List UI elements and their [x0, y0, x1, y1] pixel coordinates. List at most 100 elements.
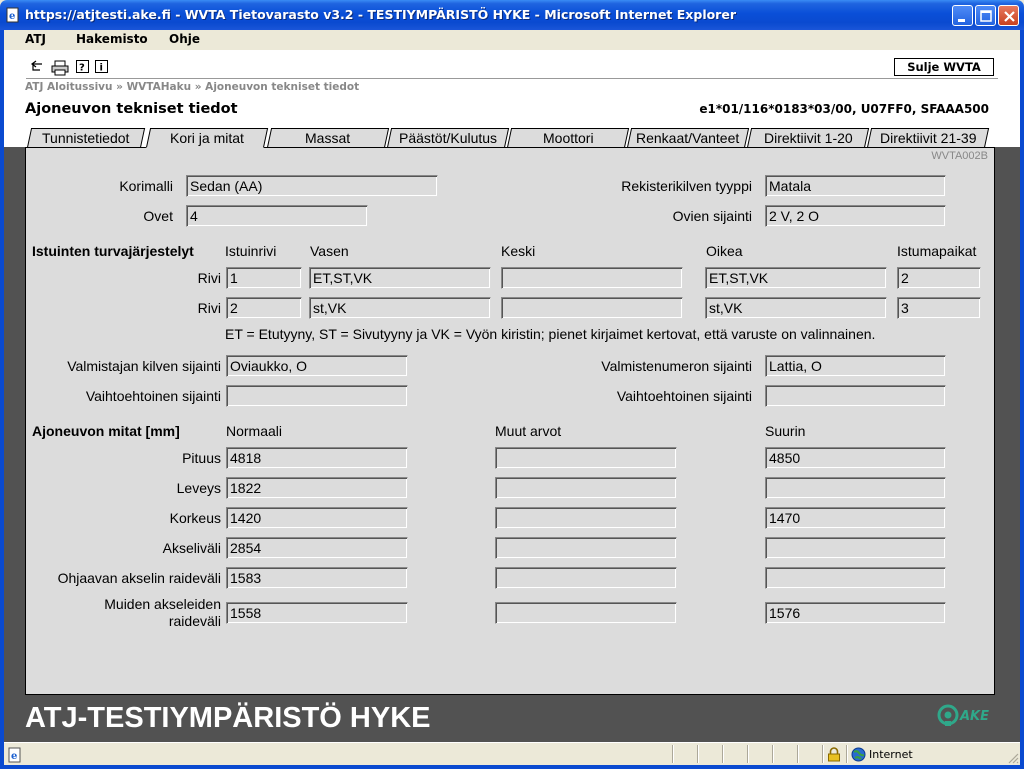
korimalli-field: Sedan (AA) [186, 175, 438, 197]
tab-panel: WVTA002B Korimalli Sedan (AA) Ovet 4 Rek… [25, 147, 995, 695]
valmistenumero-field: Lattia, O [765, 355, 946, 377]
seat-row-2-vasen: st,VK [309, 297, 491, 319]
vaihtoehtoinen-sijainti-label-1: Vaihtoehtoinen sijainti [85, 388, 221, 404]
seat-row-2-rivi: 2 [226, 297, 302, 319]
ohjaavan-raidevali-other [495, 567, 677, 589]
pituus-label: Pituus [182, 450, 221, 466]
svg-text:e: e [9, 11, 15, 22]
tab-paastot-kulutus[interactable]: Päästöt/Kulutus [386, 128, 510, 148]
seat-row-1-vasen: ET,ST,VK [309, 267, 491, 289]
ovet-field: 4 [186, 205, 368, 227]
tab-tunnistetiedot[interactable]: Tunnistetiedot [26, 128, 146, 148]
svg-text:i: i [100, 63, 103, 74]
col-istuinrivi: Istuinrivi [225, 243, 277, 259]
tab-massat[interactable]: Massat [266, 128, 390, 148]
valmistajan-kilpi-field: Oviaukko, O [226, 355, 408, 377]
valmistenumero-label: Valmistenumeron sijainti [601, 358, 752, 374]
tab-moottori[interactable]: Moottori [506, 128, 630, 148]
window-frame-right [1020, 30, 1024, 769]
leveys-label: Leveys [176, 480, 221, 496]
pituus-other [495, 447, 677, 469]
ie-page-icon: e [6, 7, 19, 23]
seat-row-2-keski [501, 297, 683, 319]
resize-grip-icon[interactable] [1007, 752, 1019, 764]
ake-logo-text: AKE [959, 709, 989, 724]
window-frame-bottom [0, 765, 1024, 769]
muiden-raidevali-normal: 1558 [226, 602, 408, 624]
page-header: ? i Sulje WVTA ATJ Aloitussivu » WVTAHak… [4, 50, 1020, 122]
help-icon[interactable]: ? [76, 60, 89, 73]
seats-heading: Istuinten turvajärjestelyt [32, 243, 194, 259]
korkeus-normal: 1420 [226, 507, 408, 529]
ohjaavan-raidevali-label: Ohjaavan akselin raideväli [57, 570, 221, 586]
rekisterikilpi-label: Rekisterikilven tyyppi [621, 178, 752, 194]
ohjaavan-raidevali-max [765, 567, 946, 589]
tab-direktiivit-1-20[interactable]: Direktiivit 1-20 [746, 128, 870, 148]
tab-direktiivit-21-39[interactable]: Direktiivit 21-39 [866, 128, 990, 148]
col-keski: Keski [501, 243, 536, 259]
seat-row-1-keski [501, 267, 683, 289]
print-icon[interactable] [51, 60, 69, 76]
minimize-button[interactable] [952, 5, 973, 26]
tab-bar: Tunnistetiedot Kori ja mitat Massat Pääs… [4, 122, 1020, 148]
akselivali-max [765, 537, 946, 559]
close-wvta-button[interactable]: Sulje WVTA [894, 58, 994, 76]
muiden-raidevali-other [495, 602, 677, 624]
seat-row-2-oikea: st,VK [705, 297, 887, 319]
minimize-icon [958, 19, 965, 22]
korkeus-label: Korkeus [169, 510, 221, 526]
vehicle-identifier: e1*01/116*0183*03/00, U07FF0, SFAAA500 [699, 102, 989, 116]
akselivali-normal: 2854 [226, 537, 408, 559]
rekisterikilpi-field: Matala [765, 175, 946, 197]
maximize-button[interactable] [975, 5, 996, 26]
leveys-normal: 1822 [226, 477, 408, 499]
korkeus-max: 1470 [765, 507, 946, 529]
muiden-raidevali-label-line2: raideväli [168, 613, 221, 629]
rivi-label-2: Rivi [197, 300, 221, 316]
seat-row-1-rivi: 1 [226, 267, 302, 289]
seat-row-2-paikat: 3 [897, 297, 981, 319]
leveys-max [765, 477, 946, 499]
seat-row-1-paikat: 2 [897, 267, 981, 289]
ohjaavan-raidevali-normal: 1583 [226, 567, 408, 589]
ovien-sijainti-label: Ovien sijainti [672, 208, 752, 224]
svg-text:?: ? [79, 63, 85, 74]
maximize-icon [980, 10, 992, 22]
valmistajan-kilpi-label: Valmistajan kilven sijainti [67, 358, 221, 374]
leveys-other [495, 477, 677, 499]
menu-ohje[interactable]: Ohje [169, 32, 200, 46]
security-zone-label: Internet [869, 748, 913, 761]
tab-renkaat-vanteet[interactable]: Renkaat/Vanteet [626, 128, 750, 148]
ovien-sijainti-field: 2 V, 2 O [765, 205, 946, 227]
col-normaali: Normaali [226, 423, 283, 439]
muiden-raidevali-label-line1: Muiden akseleiden [104, 596, 221, 612]
close-window-button[interactable] [998, 5, 1019, 26]
dimensions-heading: Ajoneuvon mitat [mm] [32, 423, 180, 439]
breadcrumb[interactable]: ATJ Aloitussivu » WVTAHaku » Ajoneuvon t… [25, 81, 359, 93]
korimalli-label: Korimalli [119, 178, 173, 194]
vaihtoehtoinen-sijainti-field-1 [226, 385, 408, 407]
pituus-normal: 4818 [226, 447, 408, 469]
col-oikea: Oikea [706, 243, 743, 259]
menu-hakemisto[interactable]: Hakemisto [76, 32, 148, 46]
tab-kori-ja-mitat[interactable]: Kori ja mitat [145, 128, 269, 148]
muiden-raidevali-max: 1576 [765, 602, 946, 624]
screen-code: WVTA002B [931, 150, 988, 162]
svg-text:e: e [11, 751, 17, 762]
korkeus-other [495, 507, 677, 529]
ake-logo: AKE [937, 704, 989, 726]
close-icon [1004, 11, 1015, 22]
akselivali-other [495, 537, 677, 559]
menu-atj[interactable]: ATJ [25, 32, 46, 46]
ovet-label: Ovet [143, 208, 173, 224]
toolbar-divider [26, 78, 998, 79]
page-done-icon: e [8, 747, 21, 763]
window-title: https://atjtesti.ake.fi - WVTA Tietovara… [25, 7, 736, 22]
info-icon[interactable]: i [95, 60, 108, 73]
col-vasen: Vasen [310, 243, 349, 259]
menu-bar: ATJ Hakemisto Ohje [4, 30, 1020, 50]
seats-legend-note: ET = Etutyyny, ST = Sivutyyny ja VK = Vy… [225, 326, 876, 342]
back-arrow-icon[interactable] [28, 60, 44, 74]
vaihtoehtoinen-sijainti-label-2: Vaihtoehtoinen sijainti [616, 388, 752, 404]
col-suurin: Suurin [765, 423, 806, 439]
